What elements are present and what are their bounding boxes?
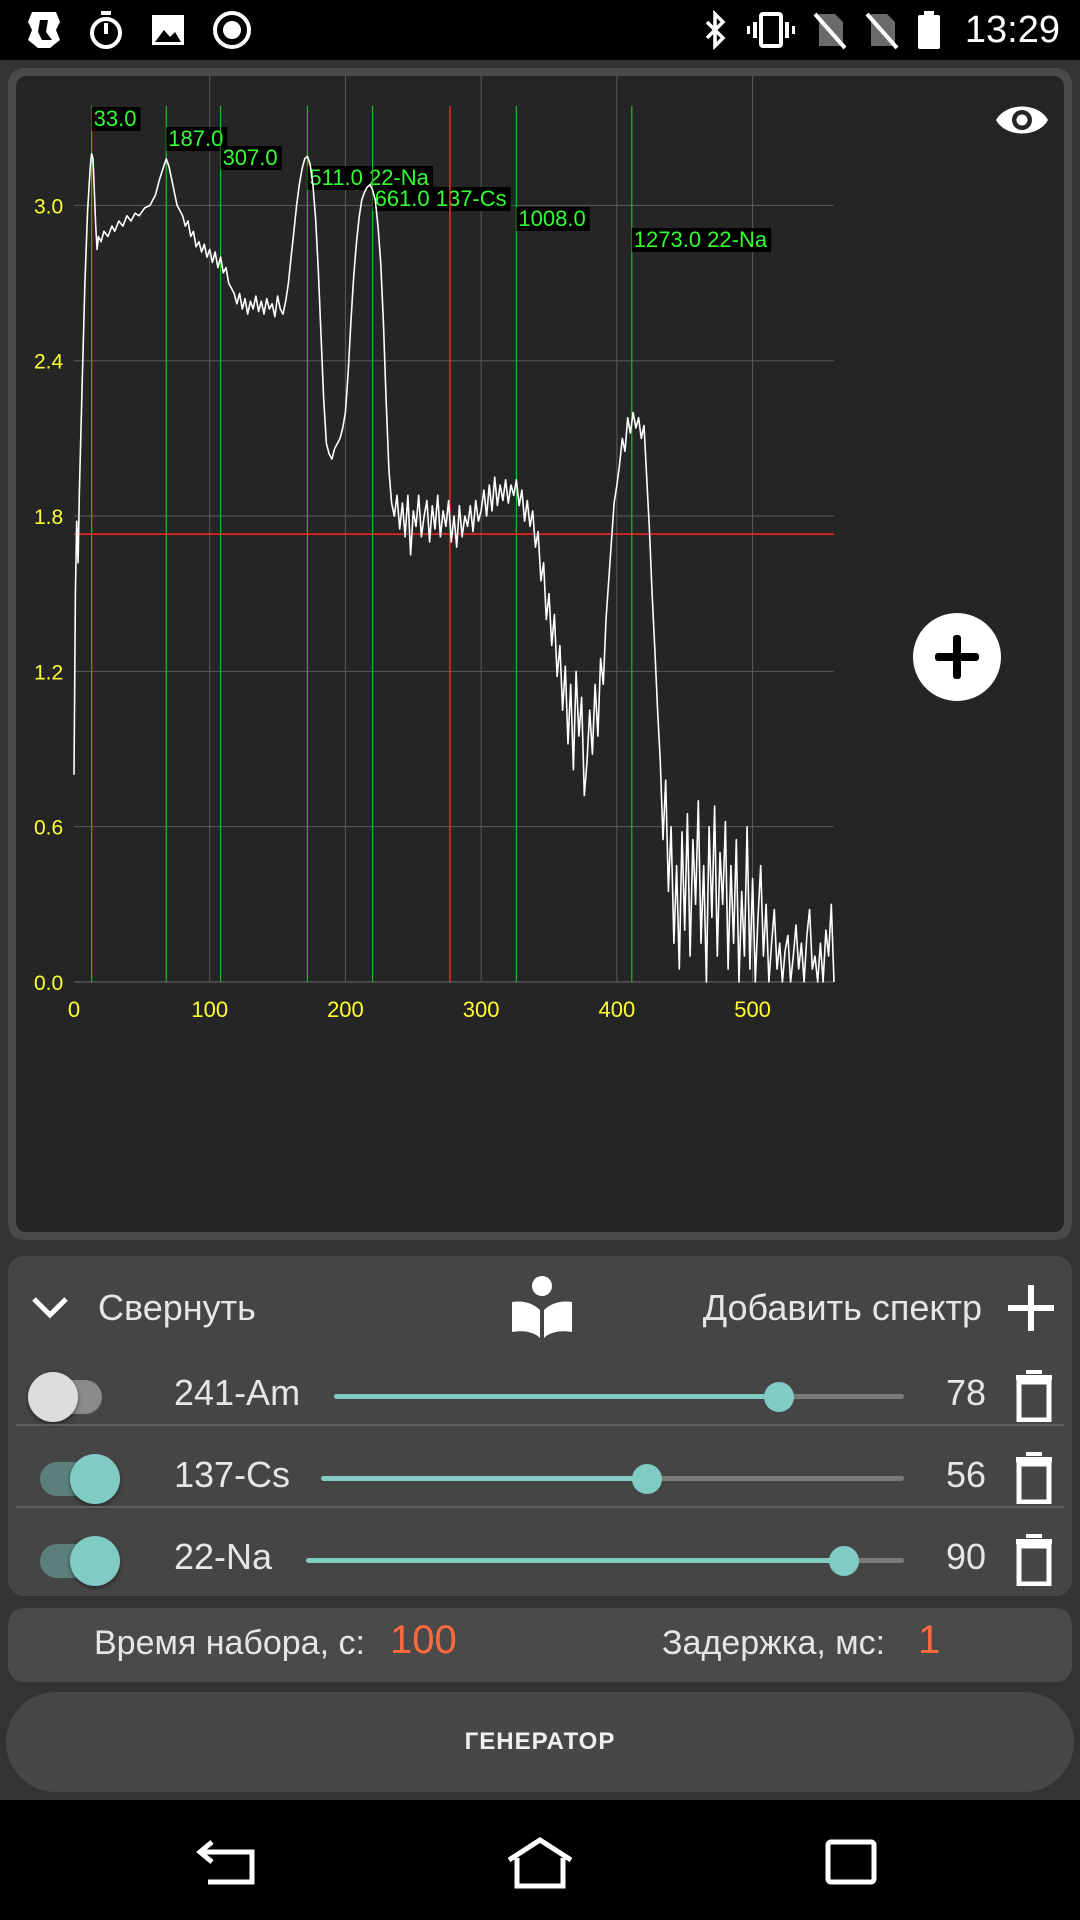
battery-icon bbox=[917, 10, 941, 50]
toggle-thumb bbox=[70, 1454, 120, 1504]
acquisition-time-input[interactable]: 100 bbox=[390, 1618, 457, 1663]
peak-marker-text: 1008.0 bbox=[518, 206, 585, 231]
peak-marker-label: 187.0 bbox=[166, 126, 228, 151]
peak-marker-label: 661.0 137-Cs bbox=[372, 186, 511, 211]
spectrum-name: 137-Cs bbox=[174, 1454, 291, 1495]
slider-fill bbox=[321, 1476, 648, 1481]
peak-marker-label: 33.0 bbox=[91, 106, 141, 131]
spectrum-name: 22-Na bbox=[174, 1536, 273, 1577]
delay-label: Задержка, мс: bbox=[662, 1624, 886, 1662]
spectrum-value: 90 bbox=[945, 1536, 986, 1577]
navigation-bar bbox=[0, 1800, 1080, 1920]
y-tick-label: 2.4 bbox=[34, 351, 64, 374]
add-marker-button[interactable] bbox=[913, 613, 1001, 701]
trash-icon[interactable] bbox=[1014, 1450, 1054, 1505]
y-tick-label: 1.8 bbox=[34, 506, 63, 529]
x-tick-label: 200 bbox=[327, 997, 364, 1022]
bluetooth-icon bbox=[703, 10, 729, 50]
slider-thumb[interactable] bbox=[829, 1546, 860, 1576]
spectrum-value: 56 bbox=[945, 1454, 986, 1495]
trash-icon[interactable] bbox=[1014, 1532, 1054, 1587]
peak-marker-label: 1273.0 22-Na bbox=[631, 227, 772, 252]
y-tick-label: 0.0 bbox=[34, 972, 63, 995]
back-icon[interactable] bbox=[186, 1836, 276, 1892]
peak-marker-label: 307.0 bbox=[220, 145, 282, 170]
add-spectrum-label: Добавить спектр bbox=[702, 1287, 982, 1328]
recents-icon[interactable] bbox=[806, 1836, 896, 1892]
slider-fill bbox=[306, 1558, 845, 1563]
visibility-eye-icon[interactable] bbox=[994, 98, 1050, 142]
slider-fill bbox=[334, 1394, 779, 1399]
spectrum-toggle[interactable] bbox=[16, 1520, 120, 1600]
spectrum-row-22-na: 22-Na 90 bbox=[16, 1520, 1064, 1600]
spectrum-intensity-slider[interactable] bbox=[306, 1520, 904, 1600]
x-tick-label: 0 bbox=[68, 997, 80, 1022]
row-divider bbox=[16, 1424, 1064, 1426]
image-icon bbox=[150, 12, 186, 48]
spectrum-chart-panel: 0.0 0.6 1.2 1.8 2.4 3.0 0 100 200 300 400 500 33.0 18… bbox=[8, 68, 1072, 1240]
no-sim-icon bbox=[813, 10, 847, 50]
spectrum-value: 78 bbox=[945, 1372, 986, 1413]
status-time: 13:29 bbox=[964, 8, 1060, 51]
collapse-label: Свернуть bbox=[98, 1287, 256, 1328]
toggle-thumb bbox=[28, 1372, 78, 1422]
peak-marker-text: 661.0 137-Cs bbox=[375, 186, 507, 211]
no-sim-icon bbox=[865, 10, 899, 50]
x-tick-label: 300 bbox=[463, 997, 500, 1022]
generator-button[interactable]: ГЕНЕРАТОР bbox=[6, 1692, 1074, 1792]
app-logo-icon bbox=[26, 10, 62, 50]
slider-thumb[interactable] bbox=[763, 1382, 794, 1412]
toggle-thumb bbox=[70, 1536, 120, 1586]
chevron-down-icon bbox=[32, 1297, 68, 1319]
delay-input[interactable]: 1 bbox=[918, 1618, 940, 1663]
x-tick-label: 500 bbox=[734, 997, 771, 1022]
record-icon bbox=[212, 10, 252, 50]
add-spectrum-button[interactable]: Добавить спектр bbox=[703, 1278, 1054, 1338]
spectrum-name: 241-Am bbox=[174, 1372, 301, 1413]
x-tick-label: 400 bbox=[598, 997, 635, 1022]
plus-icon bbox=[1008, 1285, 1054, 1331]
status-bar: 13:29 bbox=[0, 0, 1080, 60]
y-tick-label: 1.2 bbox=[34, 661, 63, 684]
spectrum-chart-svg: 0.0 0.6 1.2 1.8 2.4 3.0 0 100 200 300 400 500 33.0 18… bbox=[34, 76, 835, 1022]
y-tick-label: 0.6 bbox=[34, 817, 63, 840]
home-icon[interactable] bbox=[495, 1836, 585, 1892]
peak-marker-text: 187.0 bbox=[168, 126, 223, 151]
collapse-button[interactable]: Свернуть bbox=[30, 1278, 256, 1338]
y-tick-label: 3.0 bbox=[34, 195, 63, 218]
peak-marker-text: 33.0 bbox=[94, 106, 137, 131]
slider-thumb[interactable] bbox=[632, 1464, 663, 1494]
peak-marker-text: 1273.0 22-Na bbox=[634, 227, 768, 252]
acquisition-time-label: Время набора, с: bbox=[94, 1624, 365, 1662]
peak-marker-text: 307.0 bbox=[223, 145, 278, 170]
book-icon[interactable] bbox=[510, 1274, 574, 1340]
x-tick-label: 100 bbox=[191, 997, 228, 1022]
spectrum-chart[interactable]: 0.0 0.6 1.2 1.8 2.4 3.0 0 100 200 300 400 500 33.0 18… bbox=[16, 76, 1064, 1232]
acquisition-params-panel: Время набора, с: 100 Задержка, мс: 1 bbox=[8, 1608, 1072, 1682]
stopwatch-icon bbox=[88, 10, 124, 50]
spectra-panel: Свернуть Добавить спектр 241-Am 78 137-C… bbox=[8, 1256, 1072, 1596]
trash-icon[interactable] bbox=[1014, 1368, 1054, 1423]
peak-marker-label: 1008.0 bbox=[516, 206, 590, 231]
spectrum-line bbox=[73, 152, 835, 983]
row-divider bbox=[16, 1506, 1064, 1508]
spectra-panel-header: Свернуть Добавить спектр bbox=[8, 1256, 1072, 1356]
vibrate-icon bbox=[746, 10, 795, 50]
